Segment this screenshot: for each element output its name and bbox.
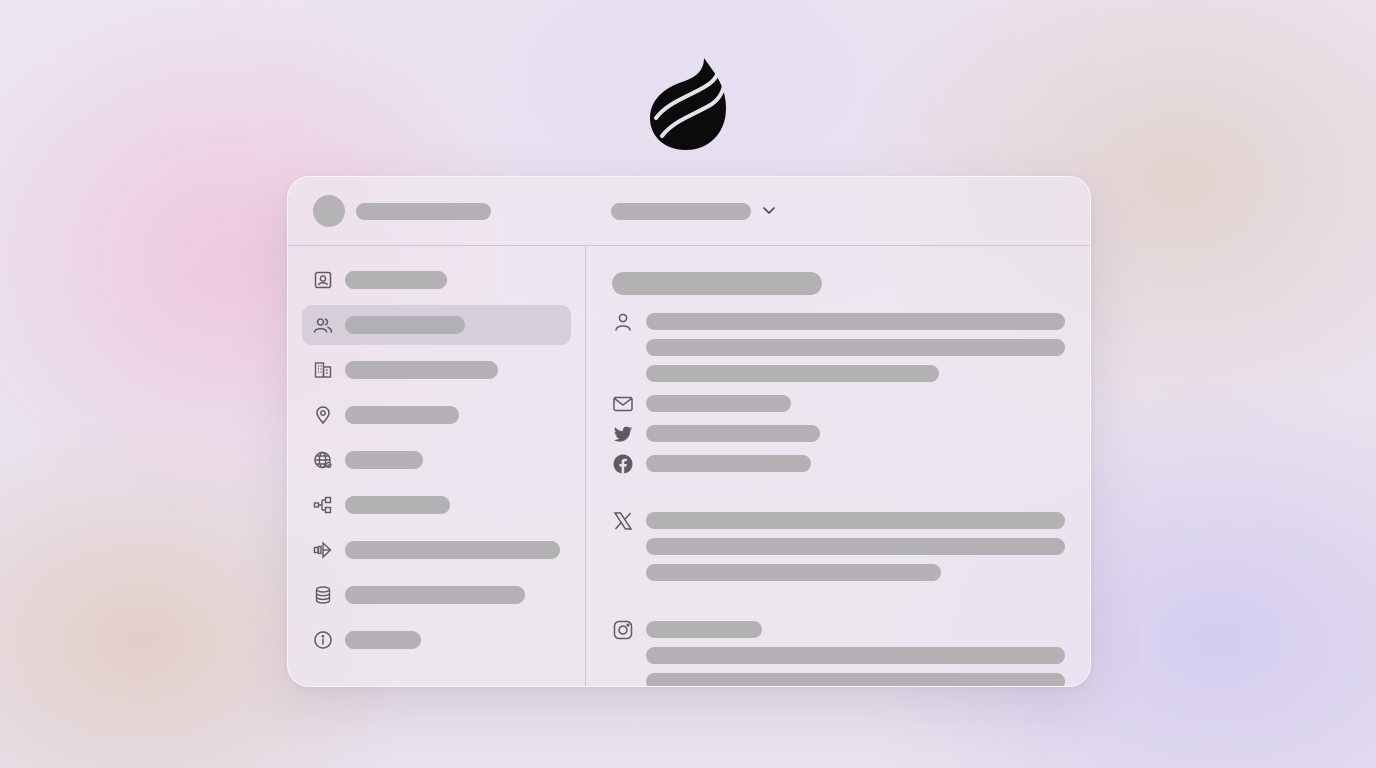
content-title-placeholder [612, 272, 822, 295]
facebook-icon [612, 453, 634, 475]
chevron-down-icon[interactable] [762, 205, 776, 217]
sidebar-item-contact[interactable] [302, 260, 571, 300]
map-pin-icon [313, 405, 333, 425]
text-line-placeholder [646, 512, 1065, 529]
sidebar-item-info[interactable] [302, 620, 571, 660]
text-line-placeholder [646, 365, 939, 382]
sidebar-item-people[interactable] [302, 305, 571, 345]
sidebar-item-data[interactable] [302, 575, 571, 615]
text-line-placeholder [646, 673, 1065, 686]
sidebar [288, 246, 586, 686]
tech-stack-icon [313, 540, 333, 560]
account-name-placeholder [356, 203, 491, 220]
text-line-placeholder [646, 538, 1065, 555]
sidebar-item-label-placeholder [345, 451, 423, 469]
facebook-handle-placeholder[interactable] [646, 455, 811, 472]
header [288, 177, 1090, 246]
mail-icon [612, 393, 634, 415]
text-line-placeholder [646, 564, 941, 581]
instagram-icon [612, 619, 634, 641]
sidebar-item-tech[interactable] [302, 530, 571, 570]
avatar[interactable] [313, 195, 345, 227]
globe-icon [313, 450, 333, 470]
text-line-placeholder [646, 313, 1065, 330]
sidebar-item-web[interactable] [302, 440, 571, 480]
sidebar-item-label-placeholder [345, 271, 447, 289]
email-placeholder[interactable] [646, 395, 791, 412]
info-icon [313, 630, 333, 650]
person-icon [612, 311, 634, 333]
text-line-placeholder [646, 647, 1065, 664]
database-icon [313, 585, 333, 605]
sidebar-item-label-placeholder [345, 361, 498, 379]
sidebar-item-label-placeholder [345, 316, 465, 334]
main-content [586, 246, 1090, 686]
instagram-handle-placeholder[interactable] [646, 621, 762, 638]
sidebar-item-company[interactable] [302, 350, 571, 390]
sidebar-item-label-placeholder [345, 496, 450, 514]
sidebar-item-hierarchy[interactable] [302, 485, 571, 525]
x-logo-icon [612, 510, 634, 532]
sidebar-item-label-placeholder [345, 541, 560, 559]
hierarchy-icon [313, 495, 333, 515]
building-icon [313, 360, 333, 380]
flame-logo-icon [646, 56, 730, 154]
twitter-bird-icon [612, 423, 634, 445]
users-icon [313, 315, 333, 335]
twitter-handle-placeholder[interactable] [646, 425, 820, 442]
app-window [287, 176, 1091, 687]
text-line-placeholder [646, 339, 1065, 356]
sidebar-item-label-placeholder [345, 406, 459, 424]
contact-card-icon [313, 270, 333, 290]
sidebar-item-label-placeholder [345, 631, 421, 649]
sidebar-item-location[interactable] [302, 395, 571, 435]
workspace-selector-placeholder[interactable] [611, 203, 751, 220]
sidebar-item-label-placeholder [345, 586, 525, 604]
